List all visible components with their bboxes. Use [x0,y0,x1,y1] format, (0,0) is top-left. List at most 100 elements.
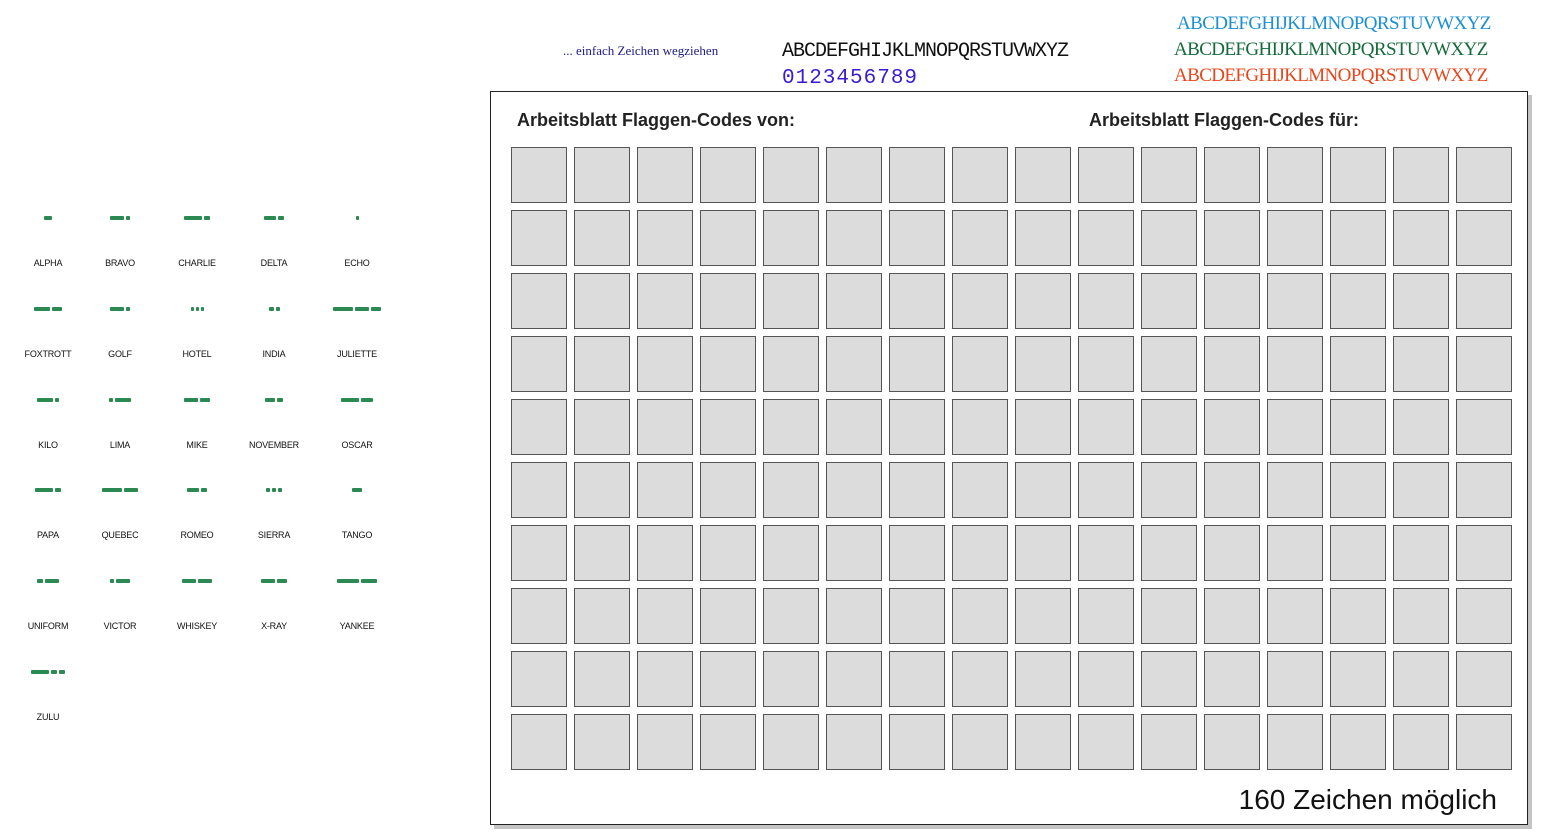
drop-cell[interactable] [1267,210,1323,266]
drop-cell[interactable] [1141,588,1197,644]
drop-cell[interactable] [574,714,630,770]
drop-cell[interactable] [1204,336,1260,392]
drop-cell[interactable] [1204,714,1260,770]
drop-cell[interactable] [889,462,945,518]
drop-cell[interactable] [1204,462,1260,518]
drop-cell[interactable] [1267,525,1323,581]
flag-code-alpha[interactable]: ALPHA [8,214,88,284]
drop-cell[interactable] [889,273,945,329]
drop-cell[interactable] [574,399,630,455]
drop-cell[interactable] [700,273,756,329]
drop-cell[interactable] [1015,210,1071,266]
drop-cell[interactable] [952,399,1008,455]
flag-code-romeo[interactable]: ROMEO [157,486,237,556]
flag-code-hotel[interactable]: HOTEL [157,305,237,375]
drop-cell[interactable] [511,462,567,518]
drop-cell[interactable] [1330,651,1386,707]
drop-cell[interactable] [1267,147,1323,203]
drop-cell[interactable] [826,462,882,518]
draggable-digits[interactable]: 0123456789 [782,67,918,90]
drop-cell[interactable] [889,399,945,455]
drop-cell[interactable] [889,210,945,266]
drop-cell[interactable] [763,399,819,455]
drop-cell[interactable] [1267,651,1323,707]
flag-code-victor[interactable]: VICTOR [80,577,160,647]
drop-cell[interactable] [1267,399,1323,455]
drop-cell[interactable] [1078,462,1134,518]
drop-cell[interactable] [952,588,1008,644]
drop-cell[interactable] [637,588,693,644]
drop-cell[interactable] [826,147,882,203]
drop-cell[interactable] [637,336,693,392]
drop-cell[interactable] [1078,147,1134,203]
drop-cell[interactable] [637,210,693,266]
drop-cell[interactable] [826,525,882,581]
drop-cell[interactable] [574,462,630,518]
drop-cell[interactable] [1141,336,1197,392]
drop-cell[interactable] [1204,525,1260,581]
drop-cell[interactable] [511,273,567,329]
drop-cell[interactable] [700,714,756,770]
drop-cell[interactable] [1330,714,1386,770]
drop-cell[interactable] [511,210,567,266]
drop-cell[interactable] [1393,399,1449,455]
drop-cell[interactable] [1456,210,1512,266]
drop-cell[interactable] [826,273,882,329]
drop-cell[interactable] [1078,588,1134,644]
drop-cell[interactable] [637,525,693,581]
drop-cell[interactable] [511,525,567,581]
flag-code-tango[interactable]: TANGO [317,486,397,556]
drop-cell[interactable] [700,462,756,518]
drop-cell[interactable] [1078,273,1134,329]
drop-cell[interactable] [1078,210,1134,266]
drop-cell[interactable] [1015,336,1071,392]
drop-cell[interactable] [1015,462,1071,518]
drop-cell[interactable] [1015,525,1071,581]
flag-code-bravo[interactable]: BRAVO [80,214,160,284]
drop-cell[interactable] [826,399,882,455]
flag-code-lima[interactable]: LIMA [80,396,160,466]
drop-cell[interactable] [511,714,567,770]
drop-cell[interactable] [1078,336,1134,392]
drop-cell[interactable] [1330,336,1386,392]
draggable-alphabet-blue[interactable]: ABCDEFGHIJKLMNOPQRSTUVWXYZ [1177,13,1491,35]
drop-cell[interactable] [1456,336,1512,392]
drop-cell[interactable] [1393,462,1449,518]
flag-code-papa[interactable]: PAPA [8,486,88,556]
drop-cell[interactable] [889,651,945,707]
draggable-alphabet-mono[interactable]: ABCDEFGHIJKLMNOPQRSTUVWXYZ [782,40,1069,63]
drop-cell[interactable] [511,147,567,203]
drop-cell[interactable] [952,525,1008,581]
drop-cell[interactable] [826,651,882,707]
drop-cell[interactable] [826,210,882,266]
drop-cell[interactable] [1141,462,1197,518]
drop-cell[interactable] [637,462,693,518]
drop-cell[interactable] [1267,273,1323,329]
drop-cell[interactable] [1204,399,1260,455]
flag-code-whiskey[interactable]: WHISKEY [157,577,237,647]
drop-cell[interactable] [1330,210,1386,266]
drop-cell[interactable] [574,336,630,392]
drop-cell[interactable] [826,336,882,392]
drop-cell[interactable] [1078,399,1134,455]
drop-cell[interactable] [952,714,1008,770]
flag-code-delta[interactable]: DELTA [234,214,314,284]
flag-code-oscar[interactable]: OSCAR [317,396,397,466]
drop-cell[interactable] [1015,147,1071,203]
drop-cell[interactable] [700,525,756,581]
drop-cell[interactable] [637,399,693,455]
drop-cell[interactable] [1204,588,1260,644]
drop-cell[interactable] [1141,651,1197,707]
flag-code-india[interactable]: INDIA [234,305,314,375]
drop-cell[interactable] [1267,462,1323,518]
drop-cell[interactable] [511,336,567,392]
draggable-alphabet-orange[interactable]: ABCDEFGHIJKLMNOPQRSTUVWXYZ [1174,65,1488,87]
drop-cell[interactable] [1330,147,1386,203]
drop-cell[interactable] [763,588,819,644]
drop-cell[interactable] [1204,651,1260,707]
flag-code-charlie[interactable]: CHARLIE [157,214,237,284]
drop-cell[interactable] [826,714,882,770]
drop-cell[interactable] [763,273,819,329]
drop-cell[interactable] [763,651,819,707]
drop-cell[interactable] [574,588,630,644]
